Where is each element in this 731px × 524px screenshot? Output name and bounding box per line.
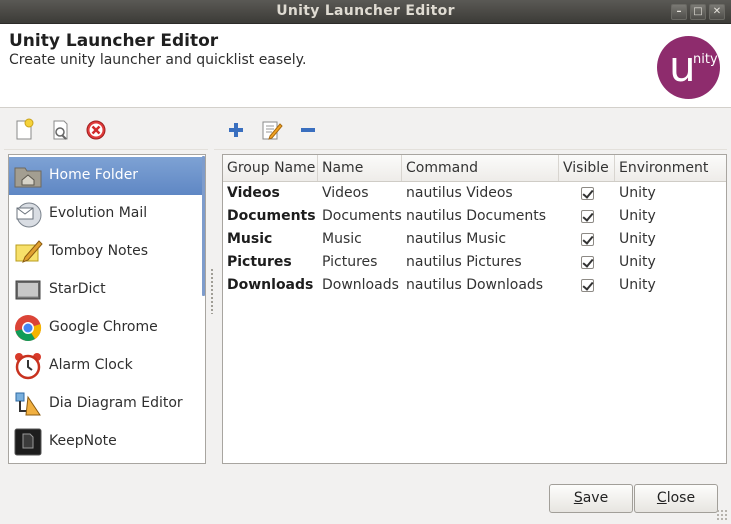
mail-icon — [16, 202, 42, 228]
table-row[interactable]: Music Music nautilus Music Unity — [223, 228, 726, 251]
cell-command: nautilus Videos — [406, 185, 513, 201]
cell-name: Music — [322, 231, 362, 247]
launcher-list[interactable]: Home Folder Evolution Mail Tomboy Notes … — [8, 154, 206, 464]
cell-name: Pictures — [322, 254, 378, 270]
remove-group-icon — [301, 128, 315, 132]
list-scrollbar[interactable] — [202, 156, 205, 296]
cell-group-name: Downloads — [227, 277, 314, 293]
visible-checkbox[interactable] — [581, 279, 594, 292]
add-group-button[interactable] — [224, 118, 248, 142]
cell-environment: Unity — [619, 277, 656, 293]
cell-environment: Unity — [619, 185, 656, 201]
remove-launcher-button[interactable] — [84, 118, 108, 142]
home-folder-icon — [14, 167, 42, 188]
list-item[interactable]: Dia Diagram Editor — [9, 385, 205, 423]
cell-command: nautilus Documents — [406, 208, 547, 224]
header-title: Unity Launcher Editor — [9, 31, 219, 51]
pane-splitter[interactable] — [210, 268, 214, 314]
group-toolbar — [214, 110, 727, 150]
list-item[interactable]: Tomboy Notes — [9, 233, 205, 271]
cell-command: nautilus Pictures — [406, 254, 522, 270]
cell-environment: Unity — [619, 208, 656, 224]
list-item[interactable]: KeepNote — [9, 423, 205, 461]
title-bar[interactable]: Unity Launcher Editor – □ ✕ — [0, 0, 731, 24]
column-header-name[interactable]: Name — [318, 155, 402, 181]
edit-group-icon — [262, 121, 283, 140]
column-header-command[interactable]: Command — [402, 155, 559, 181]
minimize-button[interactable]: – — [671, 4, 687, 20]
visible-checkbox[interactable] — [581, 210, 594, 223]
table-row[interactable]: Downloads Downloads nautilus Downloads U… — [223, 274, 726, 297]
visible-checkbox[interactable] — [581, 233, 594, 246]
visible-checkbox[interactable] — [581, 187, 594, 200]
unity-logo: u nity — [657, 36, 720, 99]
cell-name: Downloads — [322, 277, 399, 293]
dictionary-icon — [15, 280, 41, 300]
header-subtitle: Create unity launcher and quicklist ease… — [9, 52, 307, 68]
add-group-icon — [229, 123, 243, 137]
edit-group-button[interactable] — [260, 118, 284, 142]
diagram-icon — [15, 392, 41, 416]
quicklist-table[interactable]: Group Name Name Command Visible Environm… — [222, 154, 727, 464]
cell-command: nautilus Music — [406, 231, 507, 247]
remove-launcher-icon — [86, 120, 106, 140]
close-window-button[interactable]: ✕ — [709, 4, 725, 20]
list-item[interactable]: Alarm Clock — [9, 347, 205, 385]
table-header: Group Name Name Command Visible Environm… — [223, 155, 726, 182]
list-item[interactable]: Google Chrome — [9, 309, 205, 347]
cell-name: Documents — [322, 208, 402, 224]
window-title: Unity Launcher Editor — [276, 3, 455, 19]
alarm-clock-icon — [15, 353, 41, 380]
table-row[interactable]: Pictures Pictures nautilus Pictures Unit… — [223, 251, 726, 274]
keepnote-icon — [14, 428, 42, 456]
column-header-environment[interactable]: Environment — [615, 155, 726, 181]
maximize-button[interactable]: □ — [690, 4, 706, 20]
remove-group-button[interactable] — [296, 118, 320, 142]
cell-environment: Unity — [619, 254, 656, 270]
edit-launcher-icon — [53, 120, 68, 140]
close-button[interactable]: Close — [634, 484, 718, 513]
edit-launcher-button[interactable] — [48, 118, 72, 142]
table-row[interactable]: Documents Documents nautilus Documents U… — [223, 205, 726, 228]
cell-group-name: Music — [227, 231, 273, 247]
list-item[interactable]: Home Folder — [9, 157, 205, 195]
launcher-toolbar — [4, 110, 208, 150]
chrome-icon — [15, 315, 42, 341]
notes-icon — [15, 240, 43, 263]
column-header-group-name[interactable]: Group Name — [223, 155, 318, 181]
cell-name: Videos — [322, 185, 369, 201]
new-launcher-button[interactable] — [12, 118, 36, 142]
new-launcher-icon — [16, 118, 34, 140]
save-button[interactable]: Save — [549, 484, 633, 513]
table-row[interactable]: Videos Videos nautilus Videos Unity — [223, 182, 726, 205]
cell-group-name: Documents — [227, 208, 316, 224]
cell-environment: Unity — [619, 231, 656, 247]
header-banner: Unity Launcher Editor Create unity launc… — [0, 24, 731, 108]
list-item[interactable]: Evolution Mail — [9, 195, 205, 233]
visible-checkbox[interactable] — [581, 256, 594, 269]
cell-group-name: Videos — [227, 185, 280, 201]
cell-group-name: Pictures — [227, 254, 292, 270]
resize-grip[interactable] — [716, 509, 728, 521]
column-header-visible[interactable]: Visible — [559, 155, 615, 181]
list-item[interactable]: StarDict — [9, 271, 205, 309]
cell-command: nautilus Downloads — [406, 277, 544, 293]
